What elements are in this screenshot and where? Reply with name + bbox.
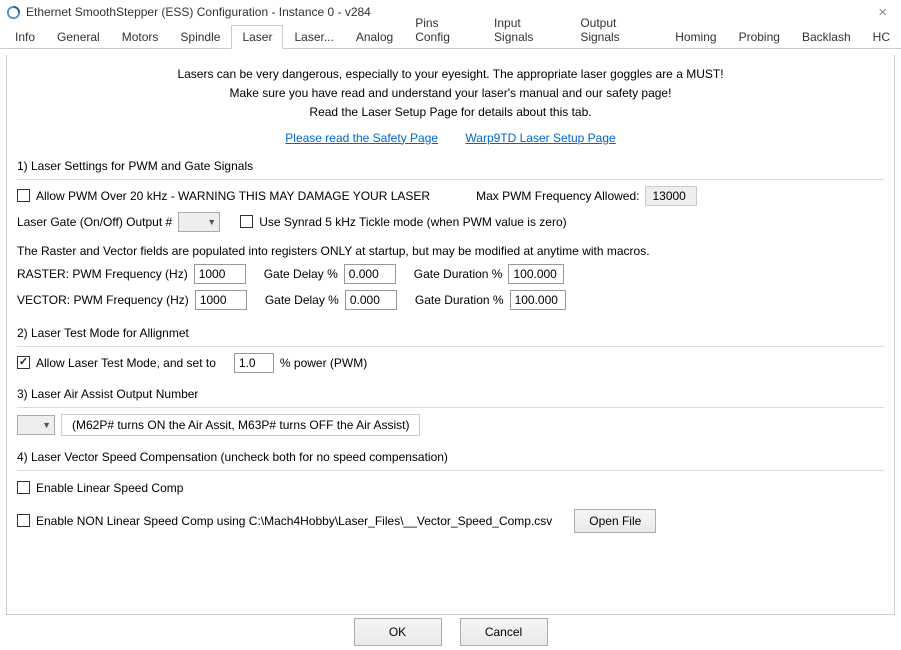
window: Ethernet SmoothStepper (ESS) Configurati… (0, 0, 901, 650)
tab-strip: Info General Motors Spindle Laser Laser.… (0, 24, 901, 49)
max-pwm-label: Max PWM Frequency Allowed: (476, 189, 639, 203)
warning-line-1: Lasers can be very dangerous, especially… (17, 65, 884, 84)
vector-gate-delay-input[interactable] (345, 290, 397, 310)
allow-test-mode-label: Allow Laser Test Mode, and set to (36, 356, 216, 370)
close-icon[interactable]: × (870, 4, 895, 21)
synrad-tickle-checkbox[interactable] (240, 215, 253, 228)
vector-gate-duration-input[interactable] (510, 290, 566, 310)
chevron-down-icon: ▼ (42, 420, 51, 430)
tab-analog[interactable]: Analog (345, 25, 404, 49)
tab-spindle[interactable]: Spindle (169, 25, 231, 49)
cancel-button[interactable]: Cancel (460, 618, 548, 646)
vector-gate-delay-label: Gate Delay % (265, 293, 339, 307)
section-4-title: 4) Laser Vector Speed Compensation (unch… (17, 450, 884, 464)
dialog-buttons: OK Cancel (0, 618, 901, 646)
tab-probing[interactable]: Probing (728, 25, 791, 49)
tab-hc[interactable]: HC (862, 25, 901, 49)
raster-gate-delay-input[interactable] (344, 264, 396, 284)
tab-laser-more[interactable]: Laser... (283, 25, 344, 49)
warning-text: Lasers can be very dangerous, especially… (17, 65, 884, 123)
raster-vector-note: The Raster and Vector fields are populat… (17, 244, 650, 258)
tab-input-signals[interactable]: Input Signals (483, 11, 569, 49)
max-pwm-value: 13000 (645, 186, 697, 206)
tab-pins-config[interactable]: Pins Config (404, 11, 483, 49)
section-1-title: 1) Laser Settings for PWM and Gate Signa… (17, 159, 884, 173)
warning-line-3: Read the Laser Setup Page for details ab… (17, 103, 884, 122)
raster-gate-delay-label: Gate Delay % (264, 267, 338, 281)
laser-gate-output-combo[interactable]: ▼ (178, 212, 220, 232)
tab-backlash[interactable]: Backlash (791, 25, 862, 49)
air-assist-hint-box: (M62P# turns ON the Air Assit, M63P# tur… (61, 414, 420, 436)
tab-laser[interactable]: Laser (231, 25, 283, 49)
section-2-title: 2) Laser Test Mode for Allignmet (17, 326, 884, 340)
linear-speed-comp-checkbox[interactable] (17, 481, 30, 494)
nonlinear-speed-comp-label: Enable NON Linear Speed Comp using C:\Ma… (36, 514, 552, 528)
setup-page-link[interactable]: Warp9TD Laser Setup Page (465, 131, 615, 145)
vector-freq-input[interactable] (195, 290, 247, 310)
raster-gate-duration-label: Gate Duration % (414, 267, 503, 281)
raster-freq-input[interactable] (194, 264, 246, 284)
open-file-button[interactable]: Open File (574, 509, 656, 533)
laser-gate-output-label: Laser Gate (On/Off) Output # (17, 215, 172, 229)
air-assist-output-combo[interactable]: ▼ (17, 415, 55, 435)
tab-motors[interactable]: Motors (111, 25, 170, 49)
warning-line-2: Make sure you have read and understand y… (17, 84, 884, 103)
window-title: Ethernet SmoothStepper (ESS) Configurati… (26, 5, 371, 19)
allow-pwm-over-20khz-label: Allow PWM Over 20 kHz - WARNING THIS MAY… (36, 189, 430, 203)
allow-pwm-over-20khz-checkbox[interactable] (17, 189, 30, 202)
nonlinear-speed-comp-checkbox[interactable] (17, 514, 30, 527)
allow-test-mode-checkbox[interactable] (17, 356, 30, 369)
tab-homing[interactable]: Homing (664, 25, 727, 49)
vector-freq-label: VECTOR: PWM Frequency (Hz) (17, 293, 189, 307)
linear-speed-comp-label: Enable Linear Speed Comp (36, 481, 183, 495)
chevron-down-icon: ▼ (207, 217, 216, 227)
safety-page-link[interactable]: Please read the Safety Page (285, 131, 438, 145)
tab-general[interactable]: General (46, 25, 111, 49)
app-icon (6, 5, 21, 20)
raster-gate-duration-input[interactable] (508, 264, 564, 284)
raster-freq-label: RASTER: PWM Frequency (Hz) (17, 267, 188, 281)
laser-tab-content: Lasers can be very dangerous, especially… (6, 55, 895, 615)
vector-gate-duration-label: Gate Duration % (415, 293, 504, 307)
tab-info[interactable]: Info (4, 25, 46, 49)
test-mode-power-suffix: % power (PWM) (280, 356, 367, 370)
synrad-tickle-label: Use Synrad 5 kHz Tickle mode (when PWM v… (259, 215, 566, 229)
tab-output-signals[interactable]: Output Signals (569, 11, 664, 49)
test-mode-power-input[interactable] (234, 353, 274, 373)
air-assist-hint: (M62P# turns ON the Air Assit, M63P# tur… (72, 418, 409, 432)
ok-button[interactable]: OK (354, 618, 442, 646)
section-3-title: 3) Laser Air Assist Output Number (17, 387, 884, 401)
